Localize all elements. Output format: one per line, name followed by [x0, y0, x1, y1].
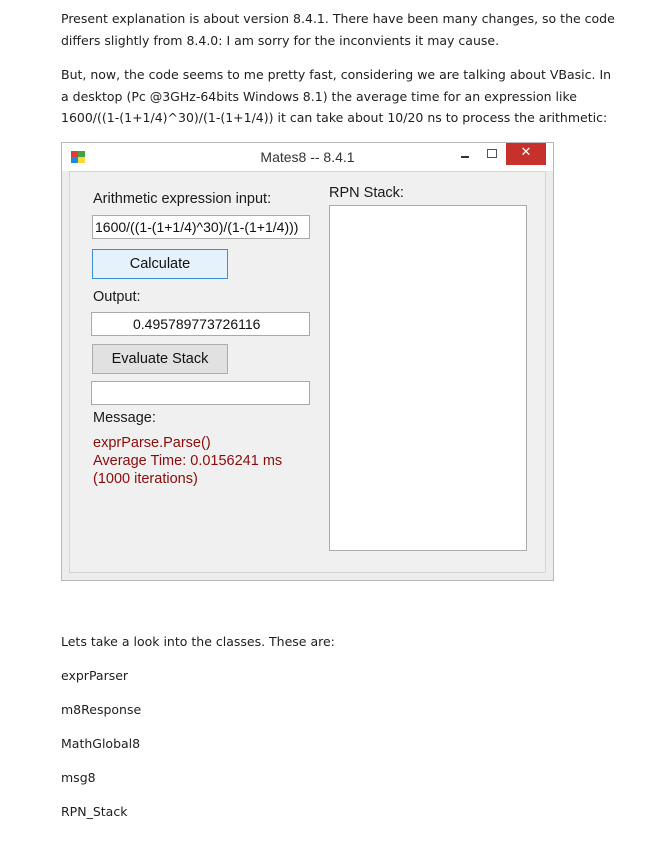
maximize-icon: [487, 149, 497, 158]
output-label: Output:: [93, 289, 141, 305]
class-item: exprParser: [61, 668, 129, 683]
message-line-2: Average Time: 0.0156241 ms: [93, 453, 283, 469]
close-icon: ✕: [520, 145, 532, 160]
maximize-button[interactable]: [479, 143, 505, 165]
message-line-1: exprParse.Parse(): [93, 435, 211, 451]
window-client-area: Arithmetic expression input: 1600/((1-(1…: [69, 171, 546, 573]
stack-result-field[interactable]: [91, 381, 310, 405]
calculate-button[interactable]: Calculate: [92, 249, 228, 279]
message-line-3: (1000 iterations): [93, 471, 198, 487]
output-field[interactable]: 0.495789773726116: [91, 312, 310, 336]
class-item: msg8: [61, 770, 96, 785]
close-button[interactable]: ✕: [506, 143, 546, 165]
mates8-window: Mates8 -- 8.4.1 ✕ Arithmetic expression …: [61, 142, 554, 581]
class-item: MathGlobal8: [61, 736, 141, 751]
class-item: m8Response: [61, 702, 142, 717]
input-label: Arithmetic expression input:: [93, 191, 272, 207]
minimize-icon: [461, 156, 469, 158]
classes-intro: Lets take a look into the classes. These…: [61, 634, 335, 649]
intro-paragraph: Present explanation is about version 8.4…: [61, 11, 615, 48]
class-item: RPN_Stack: [61, 804, 128, 819]
performance-paragraph: But, now, the code seems to me pretty fa…: [61, 67, 612, 125]
title-bar[interactable]: Mates8 -- 8.4.1 ✕: [62, 143, 553, 171]
message-label: Message:: [93, 410, 156, 426]
rpn-stack-list[interactable]: [329, 205, 527, 551]
minimize-button[interactable]: [451, 143, 479, 165]
rpn-stack-label: RPN Stack:: [329, 185, 404, 201]
evaluate-stack-button[interactable]: Evaluate Stack: [92, 344, 228, 374]
expression-input[interactable]: 1600/((1-(1+1/4)^30)/(1-(1+1/4))): [92, 215, 310, 239]
